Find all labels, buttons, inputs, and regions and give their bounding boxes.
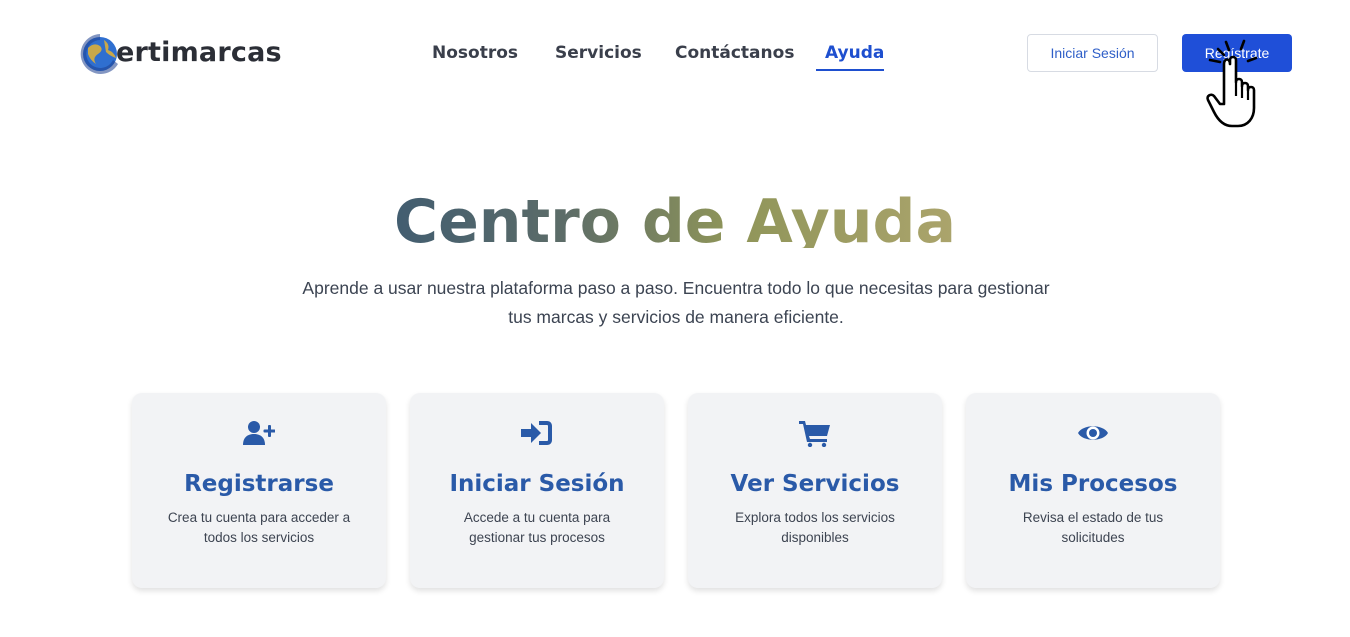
eye-icon xyxy=(966,417,1220,449)
card-title: Mis Procesos xyxy=(1008,471,1178,497)
card-description: Accede a tu cuenta para gestionar tus pr… xyxy=(463,510,611,545)
card-title: Ver Servicios xyxy=(730,471,900,497)
card-title: Registrarse xyxy=(184,471,334,497)
page-title: Centro de Ayuda xyxy=(0,186,1350,248)
nav-servicios[interactable]: Servicios xyxy=(555,40,642,72)
page-subtitle: Aprende a usar nuestra plataforma paso a… xyxy=(302,278,1050,327)
card-description: Crea tu cuenta para acceder a todos los … xyxy=(167,510,351,545)
register-button[interactable]: Regístrate xyxy=(1182,34,1292,72)
card-ver-servicios[interactable]: Ver Servicios Explora todos los servicio… xyxy=(688,393,942,588)
cart-icon xyxy=(688,417,942,449)
card-mis-procesos[interactable]: Mis Procesos Revisa el estado de tus sol… xyxy=(966,393,1220,588)
site-header: ertimarcas Nosotros Servicios Contáctano… xyxy=(0,0,1350,128)
nav-active-underline xyxy=(816,69,884,71)
nav-ayuda[interactable]: Ayuda xyxy=(825,40,884,72)
user-plus-icon xyxy=(132,417,386,449)
nav-nosotros[interactable]: Nosotros xyxy=(432,40,518,72)
sign-in-icon xyxy=(410,417,664,449)
card-iniciar-sesion[interactable]: Iniciar Sesión Accede a tu cuenta para g… xyxy=(410,393,664,588)
card-title: Iniciar Sesión xyxy=(449,471,625,497)
card-registrarse[interactable]: Registrarse Crea tu cuenta para acceder … xyxy=(132,393,386,588)
login-button[interactable]: Iniciar Sesión xyxy=(1027,34,1158,72)
card-description: Revisa el estado de tus solicitudes xyxy=(1022,510,1164,545)
card-description: Explora todos los servicios disponibles xyxy=(735,510,895,545)
nav-contactanos[interactable]: Contáctanos xyxy=(675,40,794,72)
help-cards: Registrarse Crea tu cuenta para acceder … xyxy=(132,393,1222,588)
